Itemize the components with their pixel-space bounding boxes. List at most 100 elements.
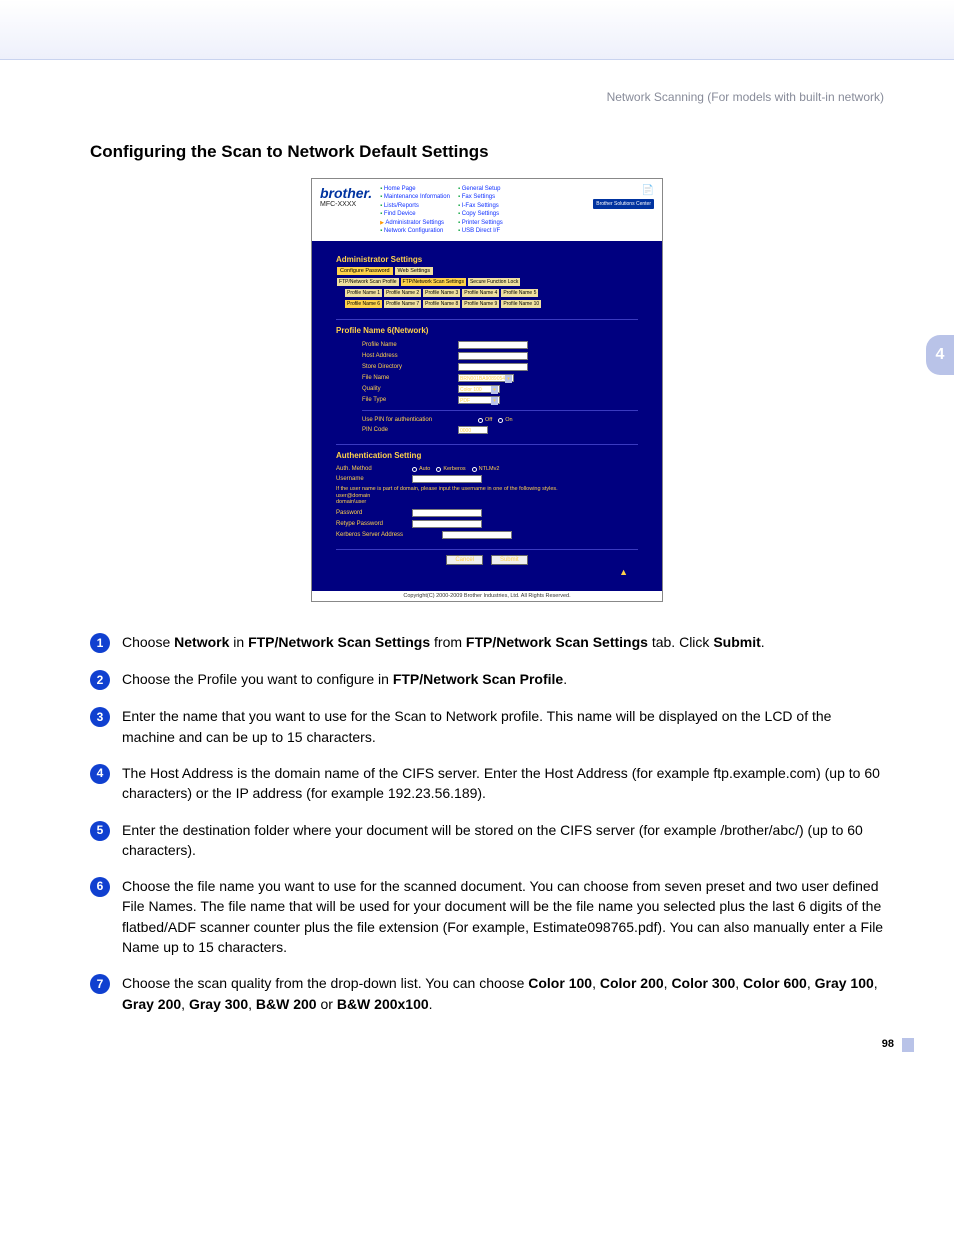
quality-select[interactable]: Color 100 [458,385,500,393]
store-directory-input[interactable] [458,363,528,371]
tab[interactable]: Profile Name 10 [500,299,542,309]
nav-link[interactable]: General Setup [458,185,503,193]
running-header: Network Scanning (For models with built-… [90,90,884,104]
nav-link[interactable]: Home Page [380,185,450,193]
step-text: Choose the file name you want to use for… [122,876,884,957]
nav-link[interactable]: Lists/Reports [380,202,450,210]
tab[interactable]: Profile Name 2 [383,288,422,298]
step-text: . [563,671,567,687]
pin-code-input[interactable]: 0000 [458,426,488,434]
username-input[interactable] [412,475,482,483]
step-bold: Gray 200 [122,996,181,1012]
host-address-input[interactable] [458,352,528,360]
step-text: Enter the name that you want to use for … [122,706,884,747]
tab[interactable]: Profile Name 3 [422,288,461,298]
file-type-select[interactable]: PDF [458,396,500,404]
step-text: Choose the scan quality from the drop-do… [122,975,528,991]
step-text: . [761,634,765,650]
field-label: Retype Password [336,521,406,527]
nav-link[interactable]: Administrator Settings [380,219,450,227]
tab[interactable]: Secure Function Lock [467,277,521,287]
step-2: 2 Choose the Profile you want to configu… [90,669,884,690]
step-text: Choose [122,634,174,650]
tab[interactable]: Profile Name 1 [344,288,383,298]
nav-link[interactable]: Printer Settings [458,219,503,227]
password-input[interactable] [412,509,482,517]
step-text: or [317,996,337,1012]
profile-heading: Profile Name 6(Network) [336,319,638,335]
brand-logo: brother. [320,185,372,201]
cancel-button[interactable]: Cancel [446,555,483,565]
tab[interactable]: FTP/Network Scan Settings [400,277,467,287]
field-label: Quality [362,386,452,392]
step-1: 1 Choose Network in FTP/Network Scan Set… [90,632,884,653]
solutions-badge[interactable]: Brother Solutions Center [593,199,654,209]
step-bold: FTP/Network Scan Profile [393,671,563,687]
kerberos-server-input[interactable] [442,531,512,539]
tab[interactable]: Profile Name 8 [422,299,461,309]
step-bold: B&W 200x100 [337,996,429,1012]
step-text: . [429,996,433,1012]
field-label: Use PIN for authentication [362,417,472,423]
step-text: in [229,634,248,650]
auth-kerberos-radio[interactable]: Kerberos [436,466,465,472]
back-to-top-icon[interactable]: ▲ [336,567,638,577]
nav-link[interactable]: Fax Settings [458,193,503,201]
step-bold: FTP/Network Scan Settings [248,634,430,650]
nav-link[interactable]: Maintenance Information [380,193,450,201]
tab[interactable]: FTP/Network Scan Profile [336,277,400,287]
step-text: The Host Address is the domain name of t… [122,763,884,804]
auth-ntlmv2-radio[interactable]: NTLMv2 [472,466,500,472]
step-number-icon: 2 [90,670,110,690]
nav-link[interactable]: I-Fax Settings [458,202,503,210]
file-name-select[interactable]: BRN001BA9089054 [458,374,514,382]
nav-col-2: General Setup Fax Settings I-Fax Setting… [458,185,503,235]
tab[interactable]: Profile Name 6 [344,299,383,309]
step-7: 7 Choose the scan quality from the drop-… [90,973,884,1014]
pin-off-radio[interactable]: Off [478,417,492,423]
tab[interactable]: Profile Name 4 [461,288,500,298]
step-list: 1 Choose Network in FTP/Network Scan Set… [90,632,884,1014]
step-text: Enter the destination folder where your … [122,820,884,861]
nav-link[interactable]: Copy Settings [458,210,503,218]
profile-name-input[interactable] [458,341,528,349]
step-bold: Color 300 [671,975,735,991]
auth-auto-radio[interactable]: Auto [412,466,430,472]
tab[interactable]: Profile Name 9 [461,299,500,309]
nav-col-1: Home Page Maintenance Information Lists/… [380,185,450,235]
step-text: from [430,634,466,650]
step-number-icon: 5 [90,821,110,841]
nav-link[interactable]: Network Configuration [380,227,450,235]
step-bold: Color 200 [600,975,664,991]
nav-link[interactable]: USB Direct I/F [458,227,503,235]
page-stripe [902,1038,914,1052]
step-bold: Gray 300 [189,996,248,1012]
tab[interactable]: Profile Name 7 [383,299,422,309]
tab[interactable]: Profile Name 5 [500,288,539,298]
radio-label: Kerberos [443,466,465,472]
username-hint3: domain\user [336,499,638,505]
field-label: Auth. Method [336,466,406,472]
nav-link[interactable]: Find Device [380,210,450,218]
retype-password-input[interactable] [412,520,482,528]
help-icon: 📄 [642,185,654,196]
top-bar [0,0,954,60]
step-bold: B&W 200 [256,996,317,1012]
field-label: Host Address [362,353,452,359]
field-label: File Name [362,375,452,381]
step-number-icon: 3 [90,707,110,727]
radio-label: On [505,417,512,423]
page-number: 98 [882,1038,894,1050]
step-number-icon: 6 [90,877,110,897]
embedded-screenshot: brother. MFC-XXXX Home Page Maintenance … [311,178,663,602]
step-bold: Gray 100 [815,975,874,991]
tab[interactable]: Web Settings [394,266,435,276]
auth-heading: Authentication Setting [336,444,638,460]
field-label: Password [336,510,406,516]
step-bold: Color 100 [528,975,592,991]
pin-on-radio[interactable]: On [498,417,512,423]
submit-button[interactable]: Submit [491,555,528,565]
section-title: Configuring the Scan to Network Default … [90,142,884,162]
tab[interactable]: Configure Password [336,266,394,276]
step-text: tab. Click [648,634,713,650]
